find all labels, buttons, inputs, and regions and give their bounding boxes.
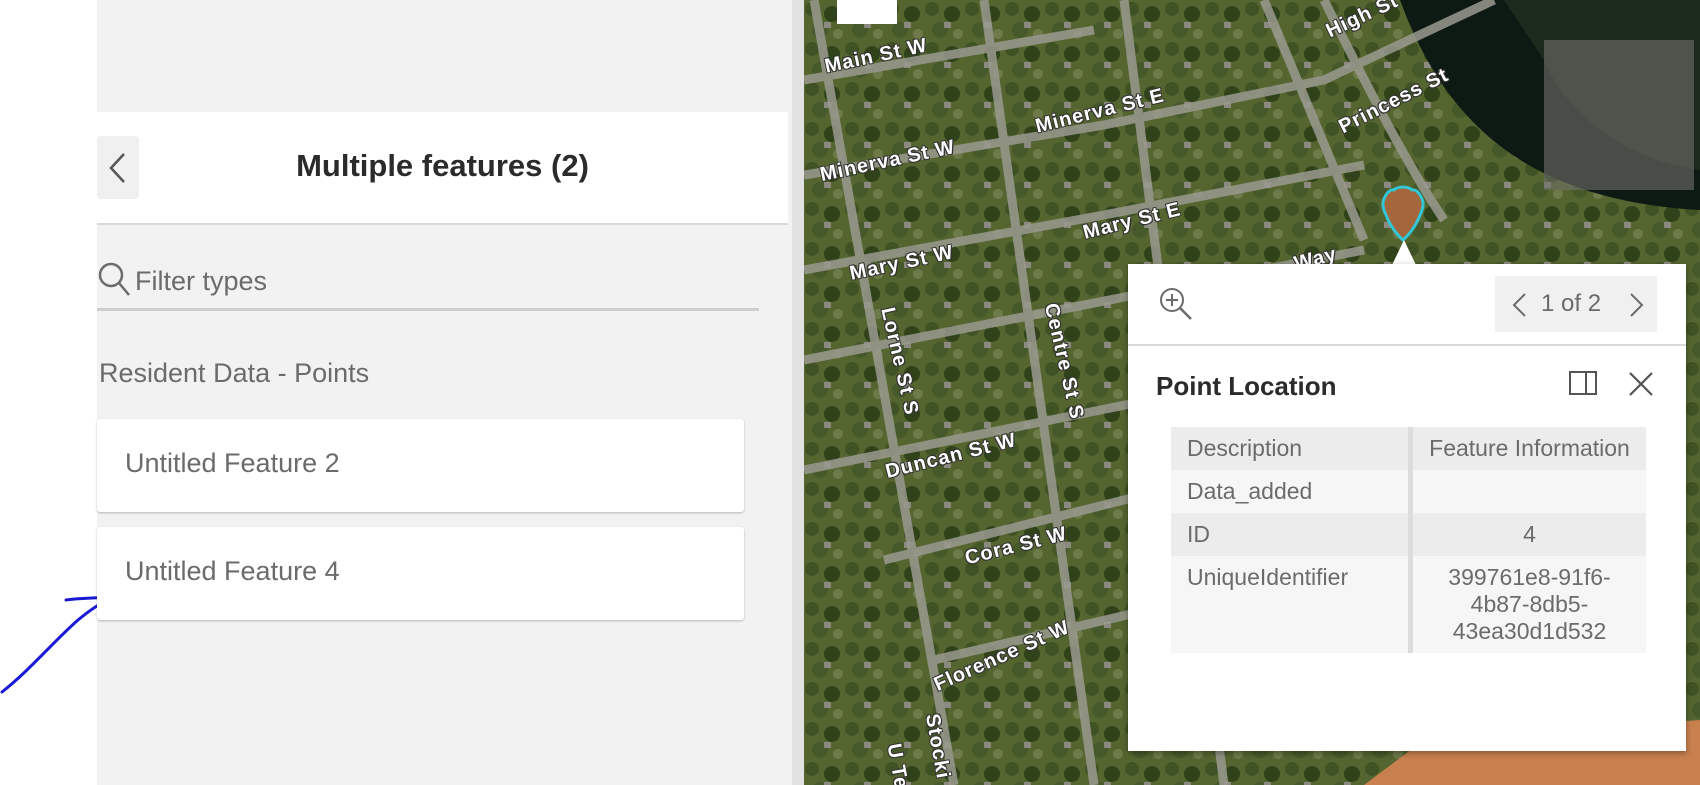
zoom-in-icon[interactable] [1158,286,1194,322]
table-row: UniqueIdentifier 399761e8-91f6-4b87-8db5… [1171,556,1646,653]
annotation-area [0,0,117,785]
attribute-key: ID [1171,513,1413,556]
attribute-value [1411,470,1647,513]
dock-icon[interactable] [1568,370,1598,396]
feature-item-label: Untitled Feature 4 [125,556,340,586]
attribute-value: Feature Information [1429,435,1630,461]
feature-list-item[interactable]: Untitled Feature 2 [97,419,744,512]
filter-input[interactable] [133,258,737,304]
attribute-table: Description Feature Information Data_add… [1171,427,1646,653]
panel-title: Multiple features (2) [296,148,589,183]
chevron-right-icon[interactable] [1629,292,1645,318]
table-row: Description Feature Information [1171,427,1646,470]
attribute-key: UniqueIdentifier [1171,556,1413,653]
chevron-left-icon[interactable] [1511,292,1527,318]
popup-toolbar: 1 of 2 [1128,264,1686,346]
attribute-value: 399761e8-91f6-4b87-8db5-43ea30d1d532 [1448,564,1611,644]
layer-group-label: Resident Data - Points [99,358,370,388]
table-row: ID 4 [1171,513,1646,556]
table-row: Data_added [1171,470,1646,513]
panel-resize-handle[interactable] [792,0,804,785]
feature-pager: 1 of 2 [1495,276,1657,332]
attribute-key: Data_added [1171,470,1413,513]
pager-count: 1 of 2 [1541,290,1602,317]
attribute-key: Description [1171,427,1413,470]
attribute-value: 4 [1523,521,1536,547]
feature-item-label: Untitled Feature 2 [125,448,340,478]
feature-list-item[interactable]: Untitled Feature 4 [97,527,744,620]
search-icon [98,262,130,296]
popup-pointer [1392,240,1416,265]
feature-popup: 1 of 2 Point Location Description Featur… [1128,264,1686,751]
close-icon[interactable] [1627,370,1655,398]
popup-title: Point Location [1156,371,1337,401]
filter-field[interactable] [97,258,759,311]
features-panel: Multiple features (2) Resident Data - Po… [97,0,792,785]
panel-header: Multiple features (2) [97,112,788,225]
